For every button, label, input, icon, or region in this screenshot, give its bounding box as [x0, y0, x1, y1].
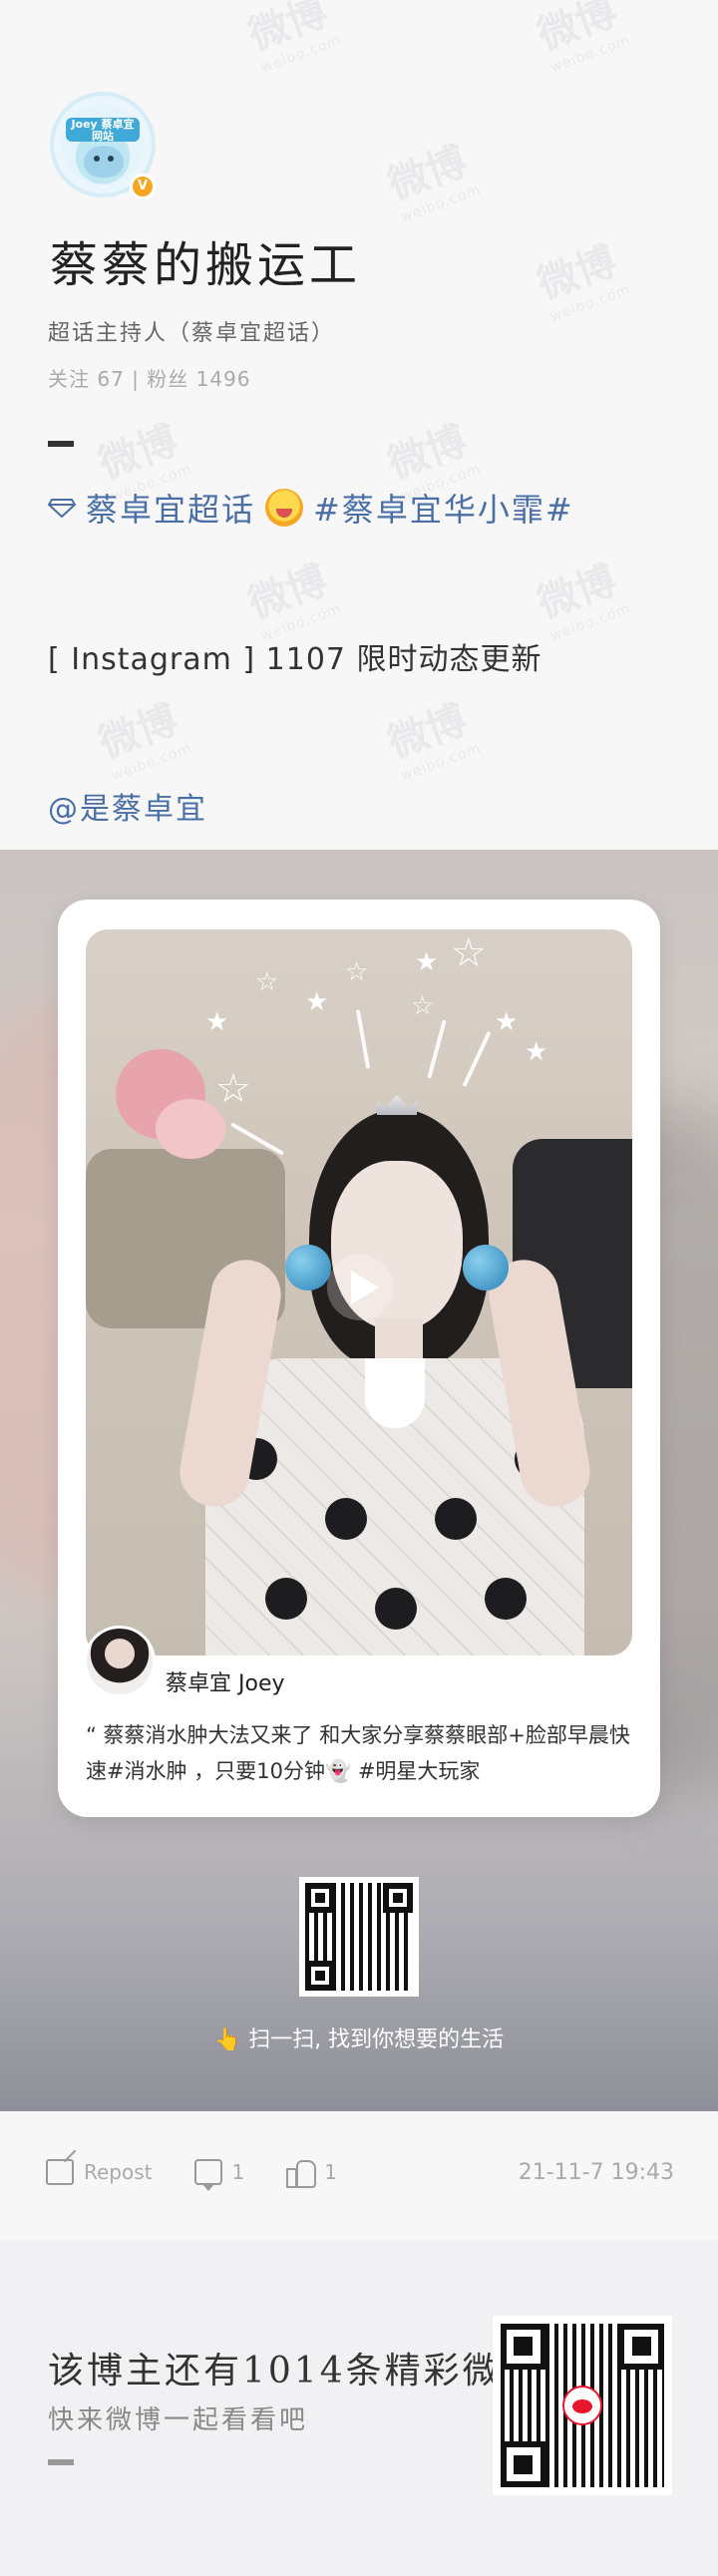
action-bar: Repost 1 1 21-11-7 19:43	[46, 2158, 674, 2191]
comment-count: 1	[231, 2160, 245, 2184]
doodle-line	[462, 1030, 492, 1088]
repost-icon	[46, 2159, 74, 2185]
bear-pattern	[485, 1578, 527, 1620]
doodle-star: ☆	[255, 967, 279, 997]
qr-finder	[501, 2441, 546, 2487]
topic-row: 蔡卓宜超话 #蔡卓宜华小霏#	[48, 485, 574, 531]
verified-badge-icon: V	[130, 174, 156, 199]
video-thumbnail[interactable]: ☆ ★ ☆ ★ ☆ ☆ ★ ☆ ★ ★	[86, 929, 632, 1656]
media-share-image[interactable]: ☆ ★ ☆ ★ ☆ ☆ ★ ☆ ★ ★ 蔡卓宜 Joey “ 蔡蔡消水肿大法又来…	[0, 850, 718, 2111]
ice-roller	[285, 1245, 331, 1290]
author-name[interactable]: 蔡卓宜 Joey	[166, 1665, 285, 1697]
weibo-watermark: 微博 weibo.com	[242, 0, 344, 77]
thumbs-up-icon	[286, 2158, 317, 2188]
weibo-watermark: 微博 weibo.com	[532, 0, 633, 77]
qr-finder	[305, 1883, 336, 1914]
weibo-watermark: 微博 weibo.com	[242, 556, 344, 645]
weibo-watermark: 微博 weibo.com	[93, 696, 194, 785]
super-topic-link[interactable]: 蔡卓宜超话	[86, 485, 255, 531]
divider	[48, 441, 74, 447]
weibo-watermark: 微博 weibo.com	[382, 138, 484, 226]
doodle-star: ★	[305, 987, 329, 1017]
bear-pattern	[325, 1498, 367, 1540]
mention-link[interactable]: @是蔡卓宜	[48, 784, 207, 828]
post-text: [ Instagram ] 1107 限时动态更新	[48, 642, 542, 677]
scan-prompt: 👆 扫一扫, 找到你想要的生活	[213, 2027, 505, 2052]
qr-code	[299, 1877, 419, 1997]
post-timestamp: 21-11-7 19:43	[518, 2159, 674, 2185]
doodle-line	[427, 1019, 447, 1079]
invite-text: 快来微博一起看看吧	[48, 2405, 309, 2435]
qr-finder	[305, 1960, 336, 1991]
comment-button[interactable]: 1	[193, 2159, 245, 2191]
qr-pattern	[305, 1883, 413, 1991]
ice-roller	[463, 1245, 509, 1290]
hashtag-link[interactable]: #蔡卓宜华小霏#	[313, 485, 574, 531]
shock-emoji-icon	[265, 489, 304, 527]
qr-finder	[618, 2324, 664, 2370]
qr-finder	[501, 2324, 546, 2370]
repost-label: Repost	[84, 2160, 153, 2184]
comment-icon	[193, 2159, 222, 2191]
bear-pattern	[435, 1498, 477, 1540]
weibo-qr-code	[493, 2316, 672, 2495]
doodle-star: ☆	[451, 930, 487, 976]
bear-pattern	[375, 1588, 417, 1630]
repost-button[interactable]: Repost	[46, 2159, 153, 2185]
avatar-mascot	[84, 146, 124, 178]
more-posts-text: 该博主还有1014条精彩微博	[48, 2351, 540, 2392]
doodle-star: ★	[495, 1007, 519, 1037]
doodle-star: ★	[415, 947, 439, 977]
bear-pattern	[265, 1578, 307, 1620]
weibo-watermark: 微博 weibo.com	[532, 237, 633, 326]
doodle-star: ★	[205, 1007, 229, 1037]
footer-promo: 该博主还有1014条精彩微博 快来微博一起看看吧	[0, 2240, 718, 2576]
follow-stats: 关注 67 | 粉丝 1496	[48, 367, 251, 391]
avatar-tag: Joey 蔡卓宜网站	[66, 118, 140, 143]
like-count: 1	[324, 2160, 337, 2184]
divider	[48, 2459, 74, 2465]
weibo-logo-icon	[562, 2386, 602, 2425]
user-role: 超话主持人（蔡卓宜超话）	[48, 321, 336, 346]
author-avatar[interactable]	[84, 1626, 156, 1697]
super-topic-gem-icon	[48, 499, 76, 518]
doodle-star: ★	[525, 1037, 548, 1067]
username[interactable]: 蔡蔡的搬运工	[50, 225, 361, 295]
crown-clip	[377, 1095, 417, 1115]
doodle-star: ☆	[345, 957, 369, 987]
qr-finder	[382, 1883, 413, 1914]
weibo-watermark: 微博 weibo.com	[382, 696, 484, 785]
weibo-watermark: 微博 weibo.com	[532, 556, 633, 645]
video-description: “ 蔡蔡消水肿大法又来了 和大家分享蔡蔡眼部+脸部早晨快速#消水肿 ，只要10分…	[86, 1723, 630, 1783]
doodle-star: ☆	[215, 1066, 251, 1112]
video-card[interactable]: ☆ ★ ☆ ★ ☆ ☆ ★ ☆ ★ ★ 蔡卓宜 Joey “ 蔡蔡消水肿大法又来…	[58, 900, 660, 1817]
doodle-line	[355, 1009, 371, 1069]
play-button-icon[interactable]	[327, 1255, 393, 1320]
doodle-star: ☆	[411, 991, 435, 1021]
like-button[interactable]: 1	[286, 2158, 337, 2188]
